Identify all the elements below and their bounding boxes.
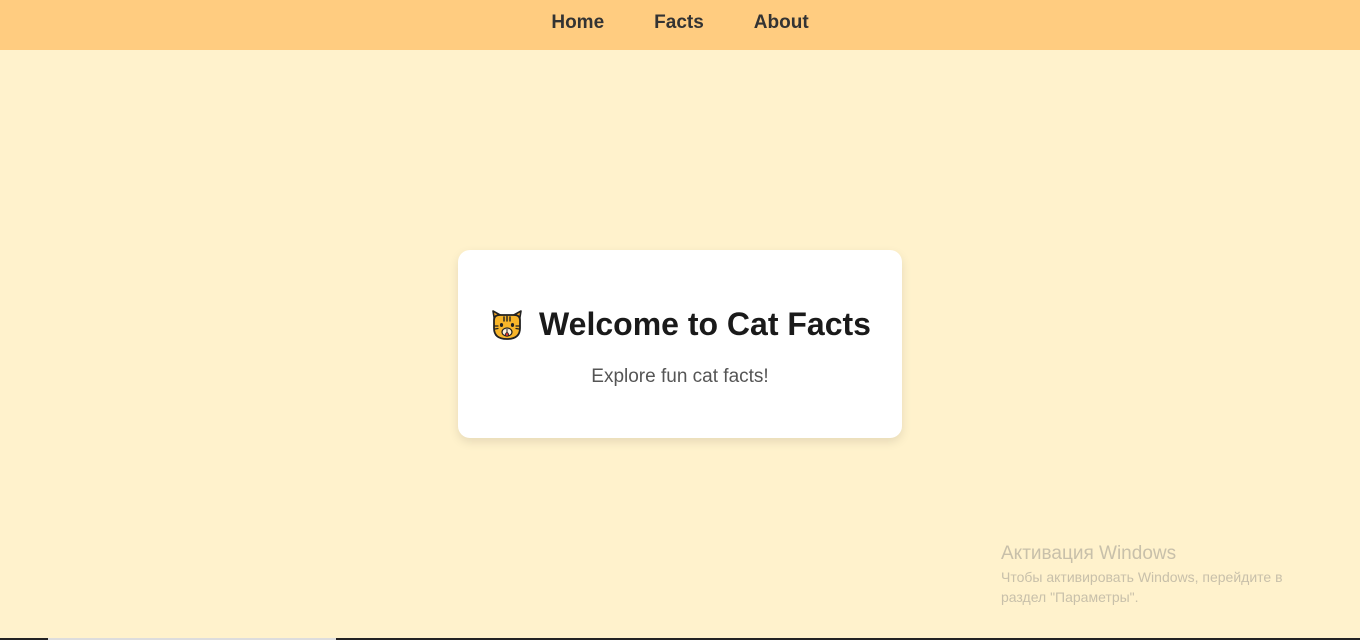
nav-link-home[interactable]: Home xyxy=(551,13,604,32)
card-heading: Welcome to Cat Facts xyxy=(458,306,902,342)
welcome-card: Welcome to Cat Facts Explore fun cat fac… xyxy=(458,250,902,438)
card-subtitle: Explore fun cat facts! xyxy=(591,366,769,387)
watermark-line-1: Чтобы активировать Windows, перейдите в xyxy=(1001,569,1283,585)
nav-link-facts[interactable]: Facts xyxy=(654,13,704,32)
top-navbar: Home Facts About xyxy=(0,0,1360,50)
cat-face-icon xyxy=(492,310,522,340)
watermark-title: Активация Windows xyxy=(1001,543,1177,564)
windows-activation-watermark: Активация Windows Чтобы активировать Win… xyxy=(1001,543,1331,607)
watermark-line-2: раздел "Параметры". xyxy=(1001,589,1139,605)
card-title: Welcome to Cat Facts xyxy=(539,306,871,342)
nav-link-about[interactable]: About xyxy=(754,13,809,32)
